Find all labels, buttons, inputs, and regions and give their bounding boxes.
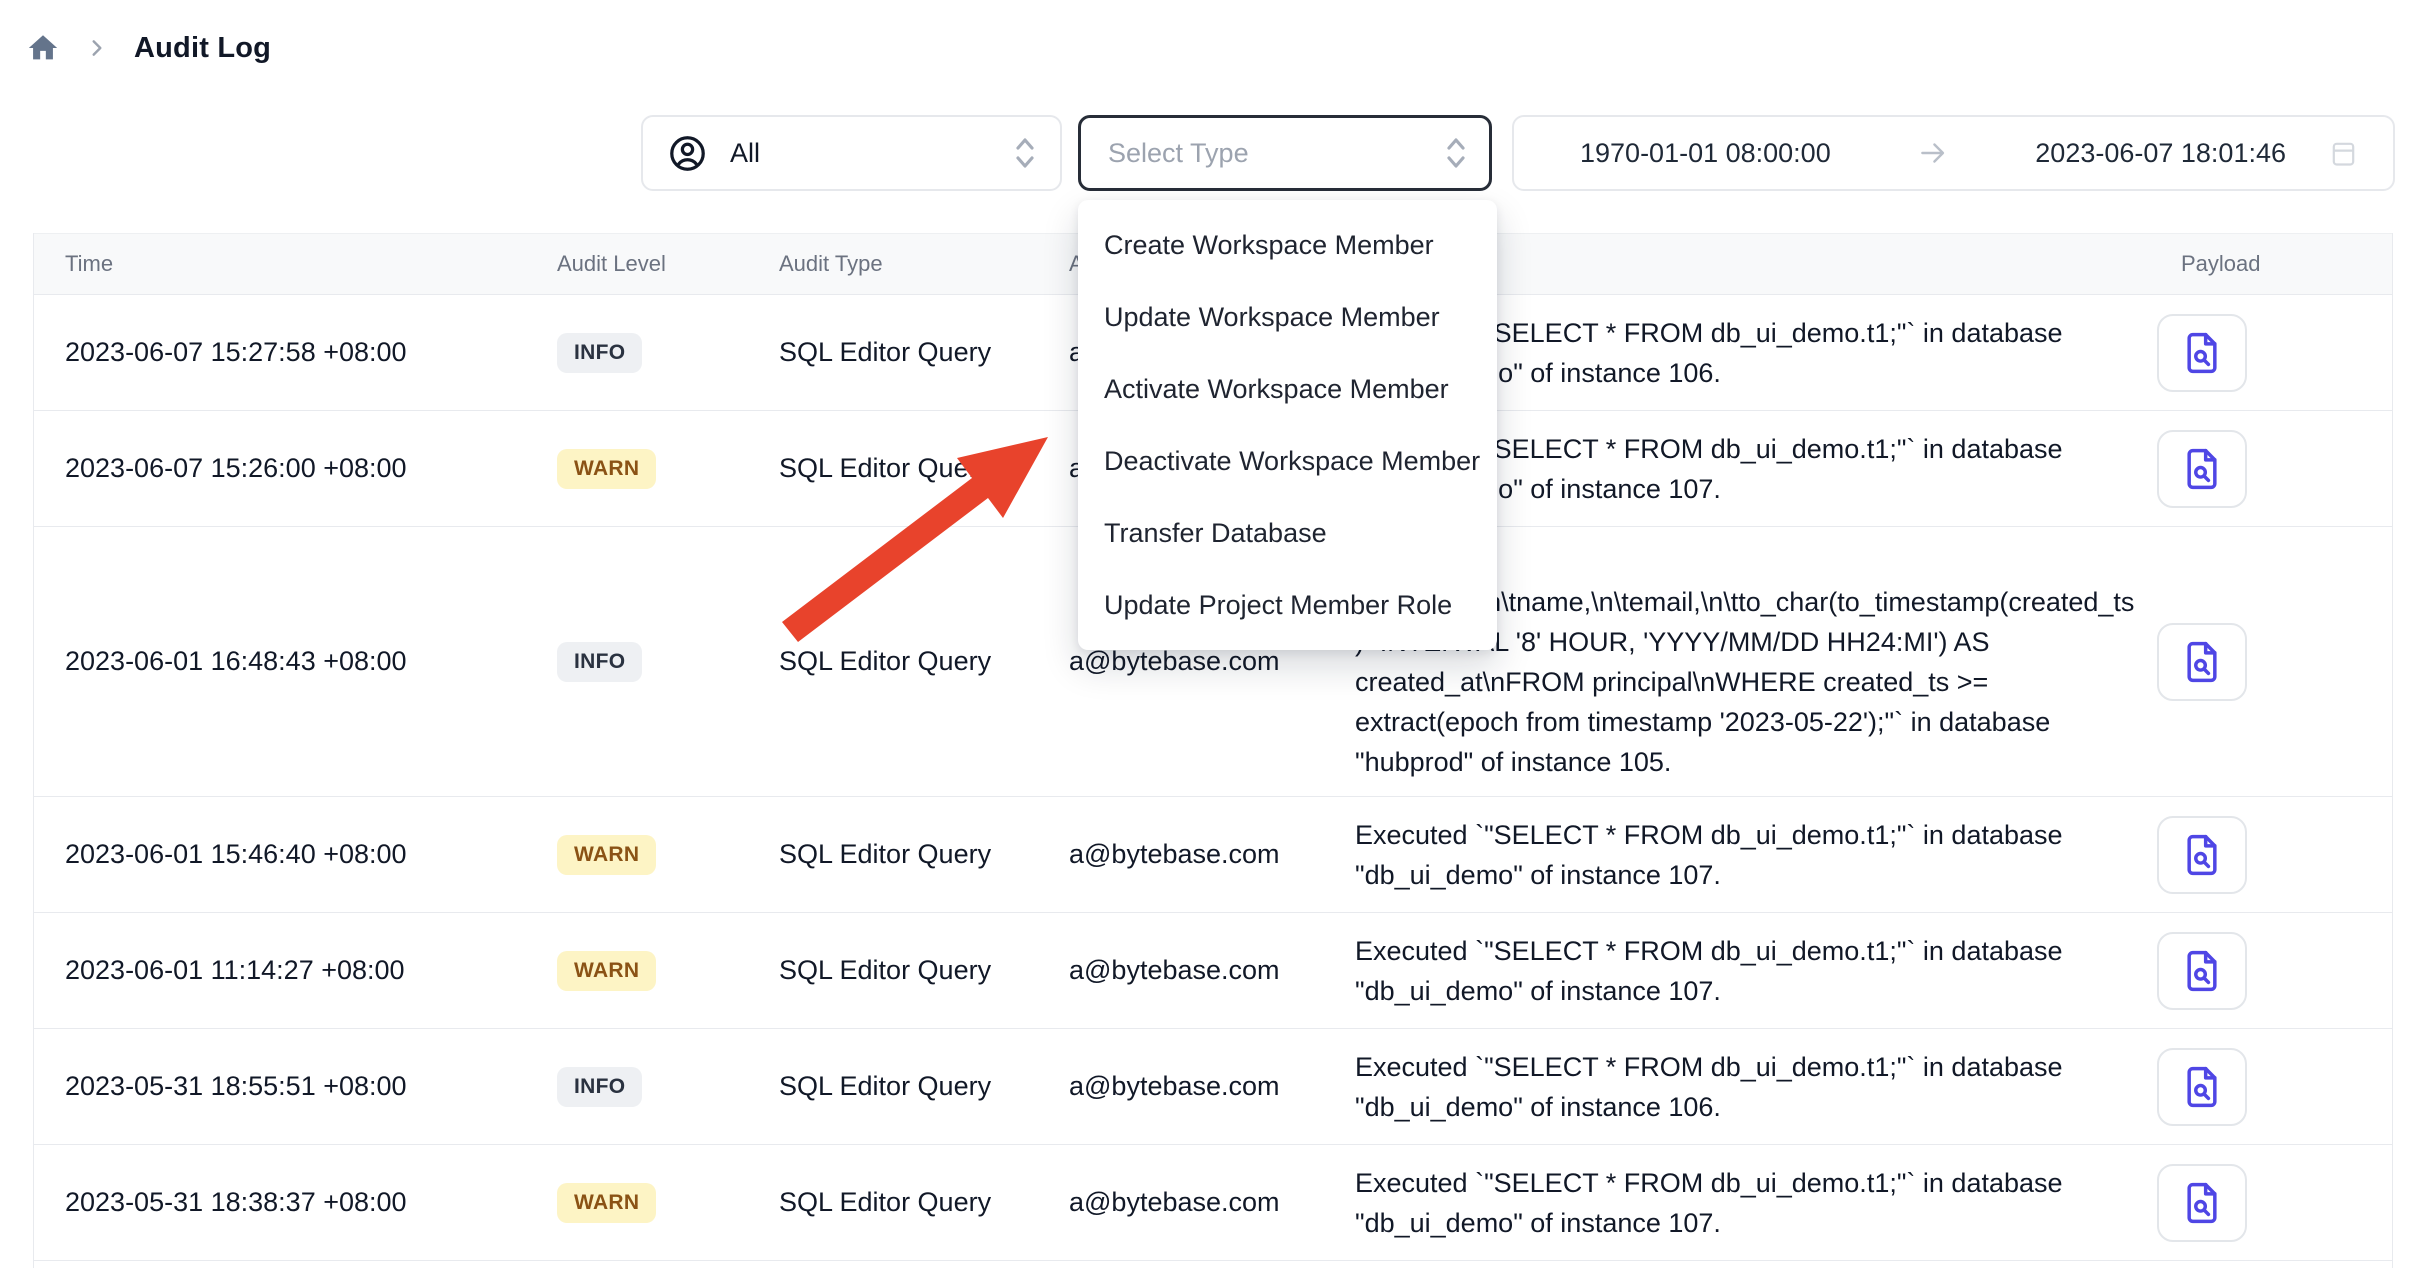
file-search-icon	[2180, 331, 2224, 375]
payload-view-button[interactable]	[2157, 314, 2247, 392]
payload-view-button[interactable]	[2157, 816, 2247, 894]
audit-log-page: Audit Log All Select Type 1970-01-01 08:…	[0, 0, 2410, 1268]
row-time: 2023-05-31 18:55:51 +08:00	[65, 1071, 557, 1102]
col-header-audit-level: Audit Level	[557, 251, 779, 277]
table-row-clipped	[34, 1261, 2392, 1268]
row-time: 2023-06-01 16:48:43 +08:00	[65, 646, 557, 677]
row-audit-type: SQL Editor Query	[779, 1187, 1069, 1218]
payload-view-button[interactable]	[2157, 623, 2247, 701]
row-time: 2023-05-31 18:38:37 +08:00	[65, 1187, 557, 1218]
audit-level-badge: INFO	[557, 642, 642, 682]
row-audit-type: SQL Editor Query	[779, 839, 1069, 870]
home-icon[interactable]	[26, 31, 60, 65]
chevrons-up-down-icon	[1443, 131, 1469, 175]
row-comment: Executed `"SELECT * FROM db_ui_demo.t1;"…	[1355, 1047, 2181, 1127]
row-actor: a@bytebase.com	[1069, 955, 1355, 986]
row-audit-type: SQL Editor Query	[779, 955, 1069, 986]
breadcrumb: Audit Log	[26, 28, 271, 68]
date-range-picker[interactable]: 1970-01-01 08:00:00 2023-06-07 18:01:46	[1512, 115, 2395, 191]
col-header-payload: Payload	[2181, 251, 2392, 277]
row-time: 2023-06-01 11:14:27 +08:00	[65, 955, 557, 986]
date-range-start: 1970-01-01 08:00:00	[1580, 138, 1831, 169]
dropdown-option-update-workspace-member[interactable]: Update Workspace Member	[1078, 281, 1497, 353]
row-actor: a@bytebase.com	[1069, 646, 1355, 677]
row-audit-type: SQL Editor Query	[779, 646, 1069, 677]
table-row: 2023-05-31 18:38:37 +08:00 WARN SQL Edit…	[34, 1145, 2392, 1261]
row-audit-type: SQL Editor Query	[779, 1071, 1069, 1102]
row-actor: a@bytebase.com	[1069, 839, 1355, 870]
dropdown-option-update-project-member-role[interactable]: Update Project Member Role	[1078, 569, 1497, 641]
chevron-right-icon	[86, 37, 108, 59]
calendar-icon	[2328, 138, 2359, 169]
audit-level-badge: WARN	[557, 1183, 656, 1223]
dropdown-option-activate-workspace-member[interactable]: Activate Workspace Member	[1078, 353, 1497, 425]
chevrons-up-down-icon	[1012, 131, 1038, 175]
type-filter-select[interactable]: Select Type	[1078, 115, 1492, 191]
row-comment: Executed `"SELECT * FROM db_ui_demo.t1;"…	[1355, 815, 2181, 895]
row-audit-type: SQL Editor Query	[779, 453, 1069, 484]
col-header-audit-type: Audit Type	[779, 251, 1069, 277]
audit-level-badge: INFO	[557, 333, 642, 373]
audit-level-badge: INFO	[557, 1067, 642, 1107]
row-actor: a@bytebase.com	[1069, 1071, 1355, 1102]
file-search-icon	[2180, 640, 2224, 684]
dropdown-option-deactivate-workspace-member[interactable]: Deactivate Workspace Member	[1078, 425, 1497, 497]
file-search-icon	[2180, 833, 2224, 877]
row-time: 2023-06-01 15:46:40 +08:00	[65, 839, 557, 870]
audit-level-badge: WARN	[557, 835, 656, 875]
row-time: 2023-06-07 15:27:58 +08:00	[65, 337, 557, 368]
file-search-icon	[2180, 1181, 2224, 1225]
dropdown-option-transfer-database[interactable]: Transfer Database	[1078, 497, 1497, 569]
date-range-end: 2023-06-07 18:01:46	[2035, 138, 2286, 169]
row-time: 2023-06-07 15:26:00 +08:00	[65, 453, 557, 484]
page-title: Audit Log	[134, 32, 271, 65]
audit-level-badge: WARN	[557, 951, 656, 991]
file-search-icon	[2180, 1065, 2224, 1109]
payload-view-button[interactable]	[2157, 430, 2247, 508]
row-audit-type: SQL Editor Query	[779, 337, 1069, 368]
table-row: 2023-05-31 18:55:51 +08:00 INFO SQL Edit…	[34, 1029, 2392, 1145]
audit-level-badge: WARN	[557, 449, 656, 489]
table-row: 2023-06-01 15:46:40 +08:00 WARN SQL Edit…	[34, 797, 2392, 913]
col-header-time: Time	[65, 251, 557, 277]
file-search-icon	[2180, 949, 2224, 993]
table-row: 2023-06-01 11:14:27 +08:00 WARN SQL Edit…	[34, 913, 2392, 1029]
row-comment: Executed `"SELECT * FROM db_ui_demo.t1;"…	[1355, 1163, 2181, 1243]
arrow-right-icon	[1831, 136, 2036, 170]
row-comment: Executed `"SELECT * FROM db_ui_demo.t1;"…	[1355, 931, 2181, 1011]
file-search-icon	[2180, 447, 2224, 491]
actor-filter-value: All	[730, 138, 760, 169]
person-circle-icon	[667, 133, 708, 174]
type-filter-placeholder: Select Type	[1108, 138, 1249, 169]
actor-filter-select[interactable]: All	[641, 115, 1062, 191]
payload-view-button[interactable]	[2157, 1164, 2247, 1242]
row-actor: a@bytebase.com	[1069, 1187, 1355, 1218]
dropdown-option-create-workspace-member[interactable]: Create Workspace Member	[1078, 209, 1497, 281]
type-select-dropdown: Create Workspace Member Update Workspace…	[1078, 200, 1497, 650]
payload-view-button[interactable]	[2157, 932, 2247, 1010]
payload-view-button[interactable]	[2157, 1048, 2247, 1126]
